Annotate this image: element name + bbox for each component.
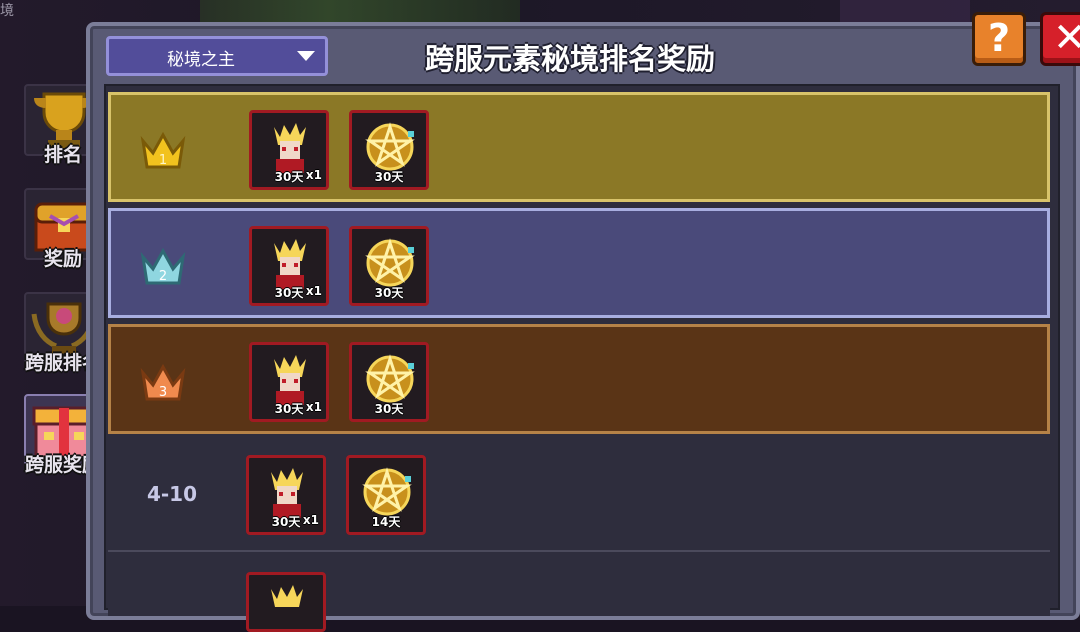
pentagram-frame-icon <box>365 122 415 171</box>
reward-item-hero-skin[interactable]: 30天 x1 <box>246 455 326 535</box>
hero-skin-icon <box>271 585 303 607</box>
crown-rank-number: 2 <box>159 269 167 284</box>
reward-quantity: x1 <box>302 513 319 527</box>
category-dropdown[interactable]: 秘境之主 <box>106 36 328 76</box>
reward-item-hero-skin[interactable]: 30天 x1 <box>249 110 329 190</box>
reward-item-pentagram-frame[interactable]: 30天 <box>349 110 429 190</box>
reward-duration: 30天 <box>374 402 404 416</box>
rank-row-1: 1 30天 x1 30天 <box>108 92 1050 202</box>
chevron-down-icon <box>297 51 315 61</box>
reward-item-hero-skin[interactable]: 30天 x1 <box>249 226 329 306</box>
rank-range-label: 4-10 <box>146 482 198 506</box>
crown-rank-number: 1 <box>159 153 167 168</box>
hero-skin-icon <box>274 239 306 289</box>
reward-duration: 30天 <box>374 170 404 184</box>
background-text: 境 <box>0 3 14 19</box>
gold-crown-icon: 1 <box>140 131 186 169</box>
dropdown-selected-value: 秘境之主 <box>167 50 235 70</box>
page-title: 跨服元素秘境排名奖励 <box>424 42 715 76</box>
reward-item-pentagram-frame[interactable]: 14天 <box>346 455 426 535</box>
reward-quantity: x1 <box>305 400 322 414</box>
crown-rank-number: 3 <box>159 385 167 400</box>
pentagram-frame-icon <box>362 467 412 516</box>
rank-row-2: 2 30天 x1 30天 <box>108 208 1050 318</box>
silver-crown-icon: 2 <box>140 247 186 285</box>
rank-row-4-10: 4-10 30天 x1 14天 <box>108 440 1050 552</box>
close-button[interactable]: ✕ <box>1040 12 1080 66</box>
help-button[interactable]: ? <box>972 12 1026 66</box>
reward-item-hero-skin[interactable]: 30天 x1 <box>249 342 329 422</box>
hero-skin-icon <box>274 123 306 173</box>
hero-skin-icon <box>274 355 306 405</box>
reward-item-hero-skin[interactable] <box>246 572 326 632</box>
reward-duration: 14天 <box>371 515 401 529</box>
rank-row-partial <box>108 556 1050 632</box>
reward-duration: 30天 <box>374 286 404 300</box>
pentagram-frame-icon <box>365 354 415 403</box>
reward-item-pentagram-frame[interactable]: 30天 <box>349 226 429 306</box>
pentagram-frame-icon <box>365 238 415 287</box>
rank-row-3: 3 30天 x1 30天 <box>108 324 1050 434</box>
hero-skin-icon <box>271 468 303 518</box>
bronze-crown-icon: 3 <box>140 363 186 401</box>
reward-item-pentagram-frame[interactable]: 30天 <box>349 342 429 422</box>
reward-quantity: x1 <box>305 284 322 298</box>
reward-quantity: x1 <box>305 168 322 182</box>
